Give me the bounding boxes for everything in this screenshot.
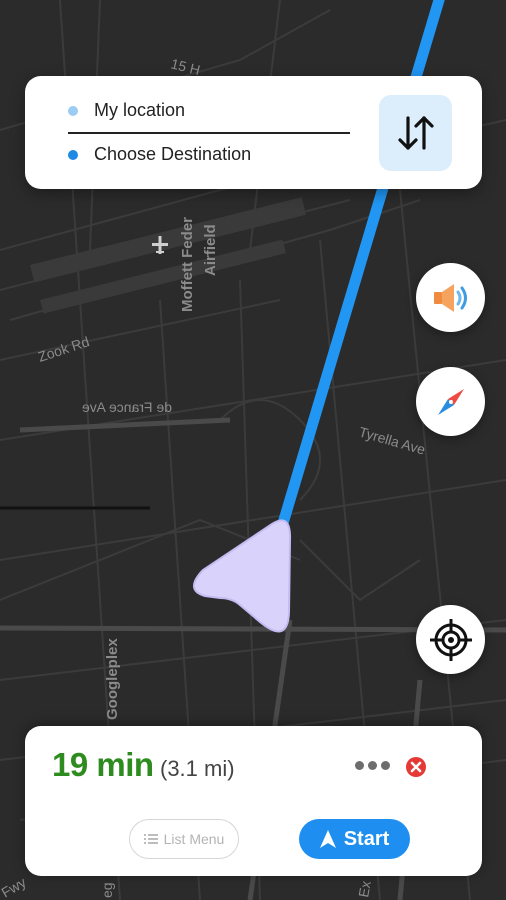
trip-card: 19 min (3.1 mi) List Menu Start	[25, 726, 482, 876]
route-card: My location Choose Destination	[25, 76, 482, 189]
destination-row[interactable]: Choose Destination	[68, 144, 251, 165]
speaker-icon	[433, 283, 467, 312]
origin-dot-icon	[68, 105, 78, 116]
start-button[interactable]: Start	[299, 819, 410, 859]
compass-button[interactable]	[416, 367, 485, 436]
sound-button[interactable]	[416, 263, 485, 332]
more-options-icon[interactable]	[355, 761, 390, 770]
map-label-ex: Ex	[355, 880, 374, 899]
map-label-airfield: Airfield	[202, 224, 219, 276]
swap-button[interactable]	[379, 95, 452, 171]
navigation-arrow-small-icon	[319, 830, 336, 848]
distance-text: (3.1 mi)	[160, 756, 235, 781]
route-divider	[68, 132, 350, 134]
map-label-de-france: de France Ave	[82, 399, 172, 415]
compass-icon	[437, 388, 464, 415]
list-menu-button[interactable]: List Menu	[129, 819, 239, 859]
map-label-googleplex: Googleplex	[104, 638, 121, 720]
destination-dot-icon	[68, 149, 78, 160]
list-icon	[143, 834, 158, 844]
origin-row[interactable]: My location	[68, 100, 185, 121]
map-label-moffett: Moffett Feder	[179, 217, 196, 312]
list-menu-label: List Menu	[163, 831, 225, 847]
swap-vertical-icon	[397, 116, 434, 150]
destination-label: Choose Destination	[94, 144, 252, 164]
start-label: Start	[343, 827, 390, 850]
locate-me-button[interactable]	[416, 605, 485, 674]
close-icon[interactable]	[405, 756, 427, 778]
eta-text: 19 min	[52, 746, 154, 783]
map-label-eg: eg	[99, 882, 115, 898]
origin-label: My location	[94, 100, 186, 120]
crosshair-icon	[429, 618, 472, 661]
